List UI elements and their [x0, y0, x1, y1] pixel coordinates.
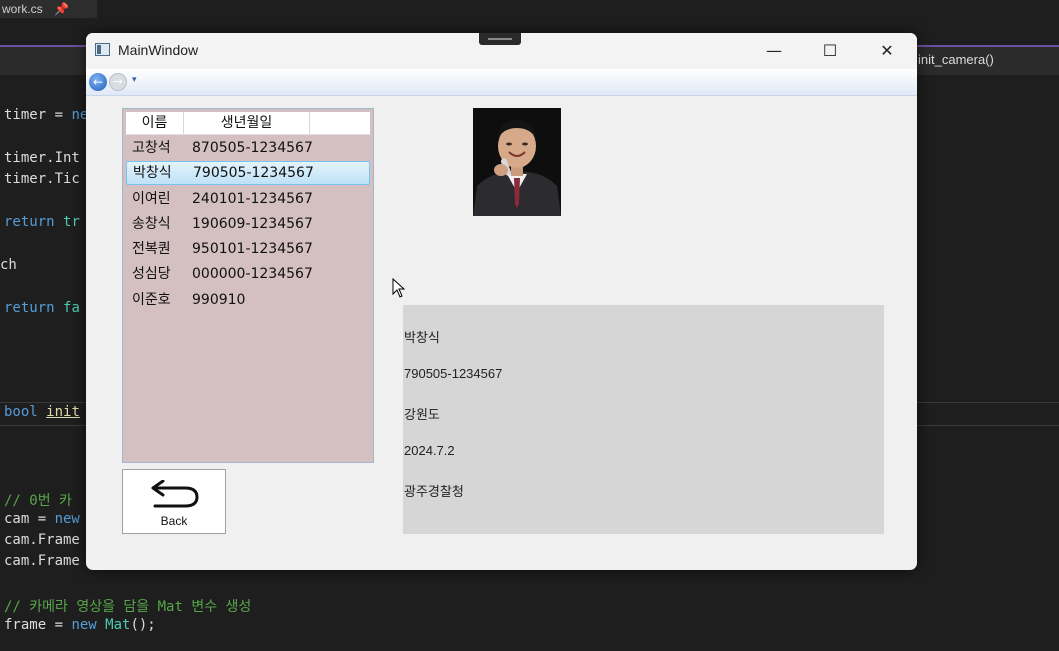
column-header-name[interactable]: 이름: [126, 112, 184, 134]
list-item[interactable]: 송창식 190609-1234567: [126, 212, 370, 236]
current-member-label[interactable]: init_camera(): [918, 52, 994, 67]
list-item[interactable]: 전복퀀 950101-1234567: [126, 237, 370, 261]
row-birth: 790505-1234567: [193, 165, 314, 181]
row-birth: 190609-1234567: [192, 216, 313, 232]
pin-icon[interactable]: 📌: [54, 2, 69, 16]
nav-back-icon[interactable]: ←: [89, 73, 107, 91]
back-button-label: Back: [160, 514, 188, 528]
row-birth: 000000-1234567: [192, 266, 313, 282]
drag-grip-icon[interactable]: [479, 33, 521, 45]
list-item-selected[interactable]: 박창식 790505-1234567: [126, 161, 370, 185]
list-item[interactable]: 이준호 990910: [126, 288, 370, 312]
code-line: cam = new: [4, 511, 80, 527]
row-birth: 870505-1234567: [192, 140, 313, 156]
main-window: MainWindow — ☐ ✕ ← → ▾ 이름 생년월일 고창석 87050…: [86, 33, 917, 570]
code-line: bool init: [4, 404, 80, 420]
window-titlebar[interactable]: MainWindow — ☐ ✕: [86, 33, 917, 69]
person-detail-panel: 박창식 790505-1234567 강원도 2024.7.2 광주경찰청: [403, 305, 884, 534]
code-line: return fa: [4, 300, 80, 316]
close-button[interactable]: ✕: [864, 35, 910, 67]
tab-work-cs[interactable]: work.cs 📌: [0, 0, 97, 18]
list-item[interactable]: 이여린 240101-1234567: [126, 187, 370, 211]
return-arrow-icon: [151, 480, 199, 508]
row-name: 송창식: [132, 216, 171, 232]
list-item[interactable]: 성심당 000000-1234567: [126, 262, 370, 286]
maximize-button[interactable]: ☐: [807, 35, 853, 67]
code-line: timer = ne: [4, 107, 89, 123]
row-name: 전복퀀: [132, 241, 171, 257]
list-item[interactable]: 고창석 870505-1234567: [126, 136, 370, 160]
list-header: 이름 생년월일: [126, 112, 370, 135]
row-name: 성심당: [132, 266, 171, 282]
person-photo: [473, 108, 561, 216]
navigation-bar: ← → ▾: [86, 69, 917, 96]
code-line: ch: [0, 257, 17, 273]
row-birth: 990910: [192, 292, 246, 308]
detail-agency: 광주경찰청: [404, 484, 464, 499]
detail-birth: 790505-1234567: [404, 366, 503, 381]
row-name: 이준호: [132, 292, 171, 308]
detail-date: 2024.7.2: [404, 443, 455, 458]
row-name: 이여린: [132, 191, 171, 207]
code-comment: // 카메라 영상을 담을 Mat 변수 생성: [4, 599, 252, 615]
detail-region: 강원도: [404, 407, 440, 422]
row-name: 박창식: [133, 165, 172, 181]
person-list[interactable]: 이름 생년월일 고창석 870505-1234567 박창식 790505-12…: [122, 108, 374, 463]
code-line: timer.Int: [4, 150, 80, 166]
code-comment: // 0번 카: [4, 493, 72, 509]
code-line: cam.Frame: [4, 532, 80, 548]
detail-name: 박창식: [404, 330, 440, 345]
row-birth: 240101-1234567: [192, 191, 313, 207]
code-line: return tr: [4, 214, 80, 230]
window-app-icon: [95, 43, 110, 56]
row-birth: 950101-1234567: [192, 241, 313, 257]
column-header-birth[interactable]: 생년월일: [184, 112, 310, 134]
editor-tabstrip: work.cs 📌: [0, 0, 1059, 22]
code-line: frame = new Mat();: [4, 617, 156, 633]
nav-history-dropdown-icon[interactable]: ▾: [132, 75, 137, 85]
mouse-cursor-icon: [392, 278, 406, 298]
window-title: MainWindow: [118, 42, 199, 58]
nav-forward-icon[interactable]: →: [109, 73, 127, 91]
tab-label: work.cs: [2, 2, 43, 16]
back-button[interactable]: Back: [122, 469, 226, 534]
minimize-button[interactable]: —: [751, 35, 797, 67]
code-line: timer.Tic: [4, 171, 80, 187]
row-name: 고창석: [132, 140, 171, 156]
code-line: cam.Frame: [4, 553, 80, 569]
